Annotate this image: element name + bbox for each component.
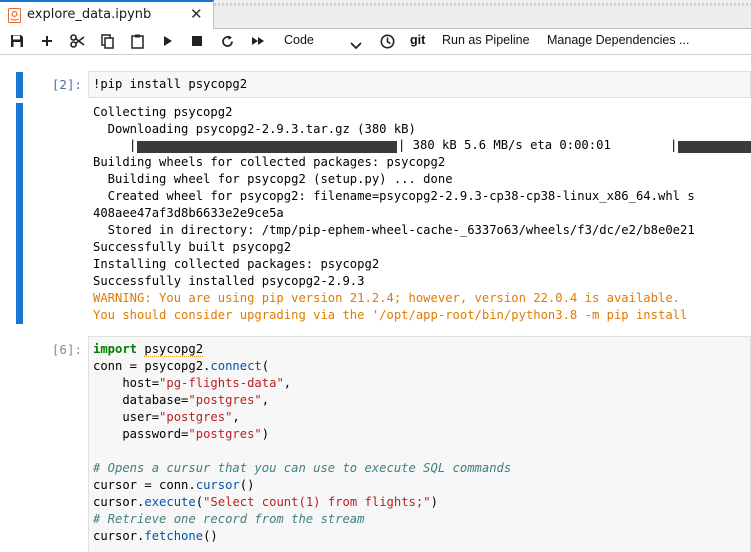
stop-icon[interactable] xyxy=(189,31,205,51)
output-line: Stored in directory: /tmp/pip-ephem-whee… xyxy=(93,223,695,237)
add-cell-icon[interactable] xyxy=(39,31,55,51)
save-icon[interactable] xyxy=(9,31,25,51)
cell-output-collapser[interactable] xyxy=(16,103,23,324)
cell-input-editor[interactable]: import psycopg2 conn = psycopg2.connect(… xyxy=(88,336,751,552)
output-line: 408aee47af3d8b6633e2e9ce5a xyxy=(93,206,284,220)
tab-title: explore_data.ipynb xyxy=(27,7,152,22)
code-line: password="postgres") xyxy=(93,427,270,441)
code-line: !pip install psycopg2 xyxy=(93,77,248,91)
install-progress-bar xyxy=(678,141,751,153)
output-line: Collecting psycopg2 xyxy=(93,105,233,119)
close-icon[interactable]: ✕ xyxy=(190,5,203,23)
output-line: Successfully installed psycopg2-2.9.3 xyxy=(93,274,365,288)
progress-left-edge: | xyxy=(670,138,678,152)
code-line: conn = psycopg2.connect( xyxy=(93,359,270,373)
cell-type-value: Code xyxy=(284,33,314,47)
run-as-pipeline-button[interactable]: Run as Pipeline xyxy=(442,33,530,47)
cell-input-editor[interactable]: !pip install psycopg2 xyxy=(88,71,751,98)
warning-line: You should consider upgrading via the '/… xyxy=(93,308,688,322)
history-icon[interactable] xyxy=(378,31,396,51)
code-comment: # Opens a cursur that you can use to exe… xyxy=(93,461,512,475)
code-line: cursor.fetchone() xyxy=(93,529,218,543)
restart-icon[interactable] xyxy=(219,31,235,51)
paste-icon[interactable] xyxy=(129,31,145,51)
copy-icon[interactable] xyxy=(99,31,115,51)
warning-line: WARNING: You are using pip version 21.2.… xyxy=(93,291,680,305)
notebook-tab[interactable]: explore_data.ipynb ✕ xyxy=(0,0,214,29)
cell-prompt: [2]: xyxy=(51,77,82,92)
manage-dependencies-button[interactable]: Manage Dependencies ... xyxy=(547,33,689,47)
progress-status: | 380 kB 5.6 MB/s eta 0:00:01 xyxy=(398,138,611,152)
notebook-toolbar: Code git Run as Pipeline Manage Dependen… xyxy=(0,29,751,55)
cut-icon[interactable] xyxy=(68,31,86,51)
code-line: user="postgres", xyxy=(93,410,240,424)
output-line: Downloading psycopg2-2.9.3.tar.gz (380 k… xyxy=(93,122,416,136)
cell-prompt: [6]: xyxy=(51,342,82,357)
output-line: Installing collected packages: psycopg2 xyxy=(93,257,380,271)
tab-bar: explore_data.ipynb ✕ xyxy=(0,0,751,29)
code-line: import psycopg2 xyxy=(93,342,204,357)
cell-input-collapser[interactable] xyxy=(16,72,23,98)
code-comment: # Retrieve one record from the stream xyxy=(93,512,365,526)
cell-type-select[interactable]: Code xyxy=(284,31,366,50)
chevron-down-icon xyxy=(350,35,362,54)
output-line: Building wheels for collected packages: … xyxy=(93,155,446,169)
notebook-icon xyxy=(8,8,21,23)
code-line: cursor.execute("Select count(1) from fli… xyxy=(93,495,438,509)
progress-left-edge: | xyxy=(129,138,137,152)
run-icon[interactable] xyxy=(160,31,176,51)
code-line: host="pg-flights-data", xyxy=(93,376,292,390)
code-line: database="postgres", xyxy=(93,393,270,407)
tab-bar-filler xyxy=(214,3,751,6)
output-line: Building wheel for psycopg2 (setup.py) .… xyxy=(93,172,453,186)
output-line: Created wheel for psycopg2: filename=psy… xyxy=(93,189,695,203)
code-line: cursor = conn.cursor() xyxy=(93,478,255,492)
run-all-icon[interactable] xyxy=(249,31,267,51)
output-line: Successfully built psycopg2 xyxy=(93,240,292,254)
download-progress-bar xyxy=(137,141,397,153)
git-button[interactable]: git xyxy=(410,33,425,47)
